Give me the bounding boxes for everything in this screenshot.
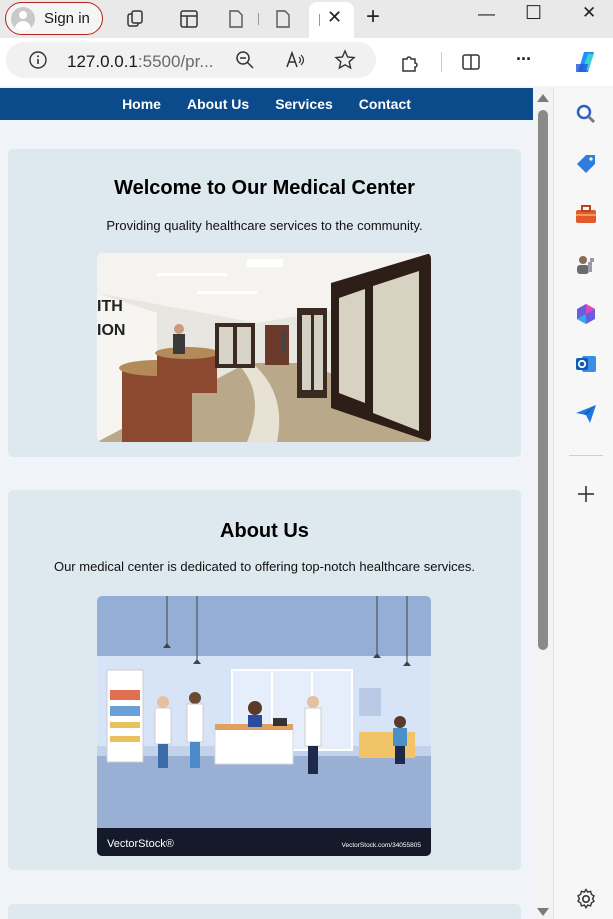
scroll-down-arrow[interactable] — [537, 908, 549, 916]
medical-staff-illustration: VectorStock® VectorStock.com/34055805 — [97, 596, 431, 856]
url-path: :5500/pr... — [137, 52, 214, 71]
watermark-id: VectorStock.com/34055805 — [342, 842, 422, 849]
hospital-hallway-image: ITH ION — [97, 253, 431, 442]
games-icon[interactable] — [574, 252, 598, 276]
welcome-subtitle: Providing quality healthcare services to… — [106, 218, 423, 233]
about-title: About Us — [220, 520, 309, 542]
wall-sign-text: ITH — [97, 298, 123, 315]
tab-actions-icon[interactable] — [178, 8, 200, 30]
services-section-partial — [8, 904, 521, 919]
read-aloud-icon[interactable] — [284, 49, 306, 71]
extensions-icon[interactable] — [399, 51, 421, 73]
more-menu-button[interactable]: ··· — [516, 49, 532, 70]
active-tab[interactable]: ✕ — [309, 2, 354, 38]
url-host: 127.0.0.1 — [67, 52, 138, 71]
scroll-thumb[interactable] — [538, 110, 548, 650]
copilot-icon[interactable] — [570, 46, 602, 78]
minimize-button[interactable]: — — [478, 4, 495, 24]
toolbar-divider — [441, 52, 442, 72]
page-scrollbar[interactable] — [533, 88, 553, 919]
browser-titlebar: Sign in ✕ + — ☐ ✕ — [0, 0, 613, 38]
scroll-up-arrow[interactable] — [537, 94, 549, 102]
add-icon[interactable] — [574, 482, 598, 506]
tag-icon[interactable] — [574, 152, 598, 176]
welcome-title: Welcome to Our Medical Center — [114, 177, 415, 199]
nav-services[interactable]: Services — [275, 96, 333, 112]
tab-page-icon[interactable] — [225, 8, 247, 30]
maximize-button[interactable]: ☐ — [525, 2, 542, 25]
window-close-button[interactable]: ✕ — [582, 3, 596, 23]
search-icon[interactable] — [574, 102, 598, 126]
nav-about-us[interactable]: About Us — [187, 96, 249, 112]
avatar-icon — [11, 6, 35, 31]
new-tab-button[interactable]: + — [366, 3, 380, 31]
hallway-illustration: ITH ION — [97, 253, 431, 442]
toolbox-icon[interactable] — [574, 202, 598, 226]
site-navbar: Home About Us Services Contact — [0, 88, 533, 120]
split-screen-icon[interactable] — [460, 51, 482, 73]
watermark-logo: VectorStock® — [107, 838, 174, 850]
wall-sign-text: ION — [97, 322, 125, 339]
zoom-out-icon[interactable] — [234, 49, 256, 71]
workspaces-icon[interactable] — [125, 8, 147, 30]
tab-divider — [319, 14, 320, 26]
address-bar: 127.0.0.1:5500/pr... ··· — [0, 38, 613, 86]
settings-icon[interactable] — [574, 887, 598, 911]
info-icon[interactable] — [28, 50, 48, 70]
url-field[interactable]: 127.0.0.1:5500/pr... — [6, 42, 376, 78]
clinic-reception-illustration: VectorStock® VectorStock.com/34055805 — [97, 596, 431, 856]
sign-in-label: Sign in — [44, 10, 90, 27]
sidebar-divider — [569, 455, 603, 456]
about-section: About Us Our medical center is dedicated… — [8, 490, 521, 870]
url-text: 127.0.0.1:5500/pr... — [67, 52, 214, 72]
tab-page-icon[interactable] — [272, 8, 294, 30]
sign-in-button[interactable]: Sign in — [5, 2, 103, 35]
about-text: Our medical center is dedicated to offer… — [53, 559, 476, 574]
welcome-section: Welcome to Our Medical Center Providing … — [8, 149, 521, 457]
nav-contact[interactable]: Contact — [359, 96, 411, 112]
outlook-icon[interactable] — [574, 352, 598, 376]
edge-sidebar — [553, 88, 613, 919]
tab-separator — [258, 13, 259, 25]
send-icon[interactable] — [574, 402, 598, 426]
favorite-star-icon[interactable] — [334, 49, 356, 71]
tab-close-button[interactable]: ✕ — [327, 7, 342, 28]
nav-home[interactable]: Home — [122, 96, 161, 112]
page-viewport: Home About Us Services Contact Welcome t… — [0, 88, 533, 919]
microsoft-365-icon[interactable] — [574, 302, 598, 326]
